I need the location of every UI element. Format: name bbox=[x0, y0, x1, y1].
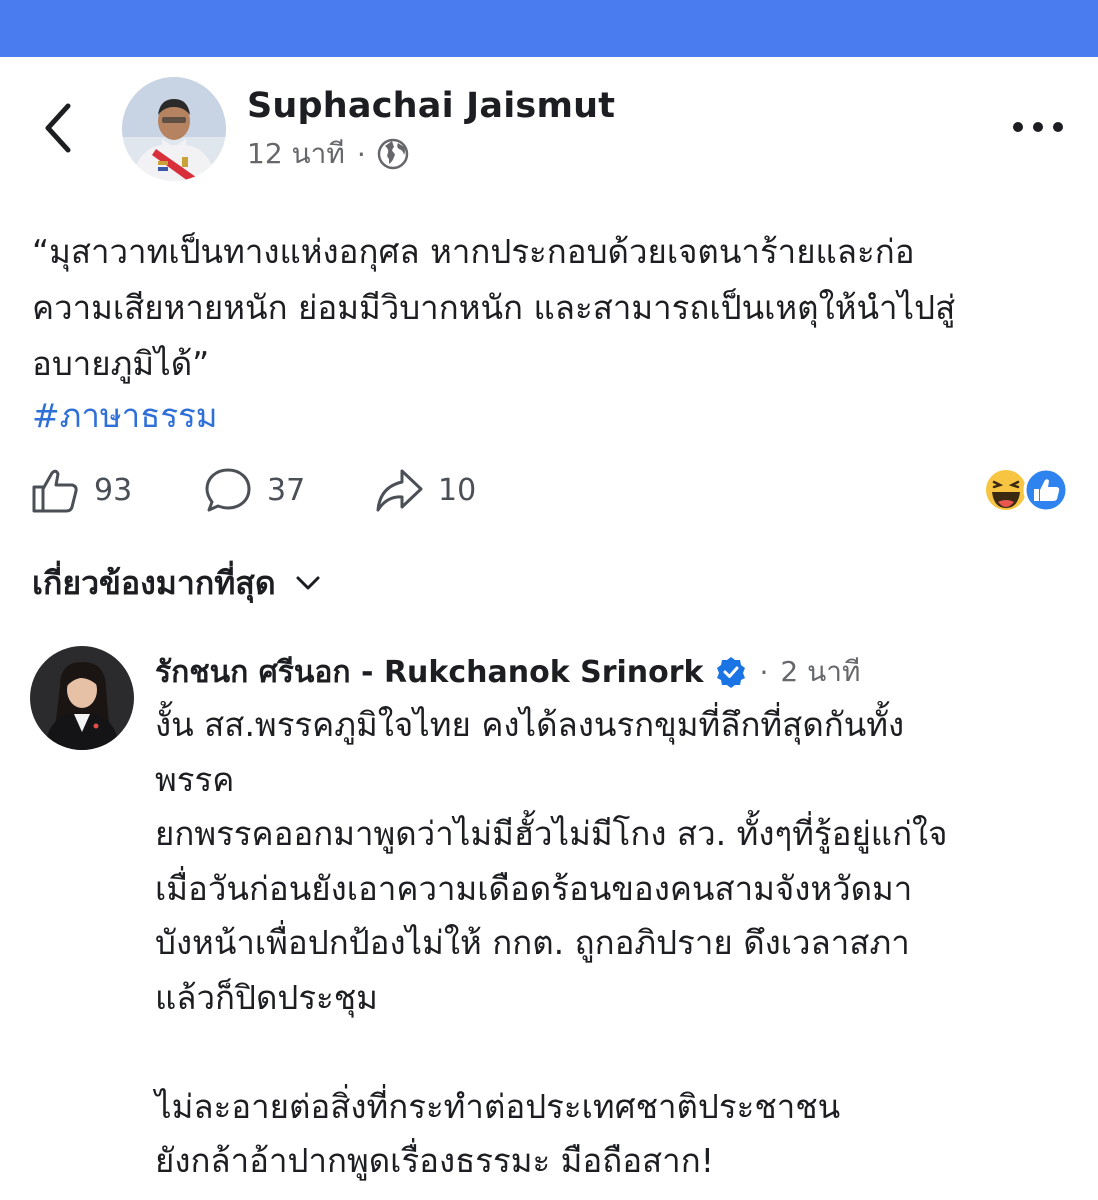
comment-line: ยังกล้าอ้าปากพูดเรื่องธรรมะ มือถือสาก! bbox=[155, 1141, 714, 1180]
status-bar bbox=[0, 0, 1098, 57]
like-count: 93 bbox=[94, 472, 133, 508]
post-text-line: อบายภูมิได้” bbox=[32, 344, 210, 383]
like-button[interactable]: 93 bbox=[30, 460, 132, 520]
more-dots-icon bbox=[1013, 122, 1063, 132]
back-button[interactable] bbox=[36, 100, 84, 156]
comment-line: แล้วก็ปิดประชุม bbox=[155, 977, 378, 1017]
comment-header: รักชนก ศรีนอก - Rukchanok Srinork · 2 นา… bbox=[155, 648, 860, 696]
commenter-avatar[interactable] bbox=[30, 646, 134, 750]
share-arrow-icon bbox=[376, 469, 423, 512]
comment-time: 2 นาที bbox=[780, 655, 861, 688]
back-arrow-icon bbox=[45, 103, 71, 153]
post-text: “มุสาวาทเป็นทางแห่งอกุศล หากประกอบด้วยเจ… bbox=[32, 224, 1072, 392]
comment-line: พรรค bbox=[155, 759, 235, 799]
haha-reaction-icon bbox=[984, 468, 1028, 512]
globe-icon bbox=[377, 138, 409, 170]
sort-label: เกี่ยวข้องมากที่สุด bbox=[32, 563, 276, 602]
comment-line: ยกพรรคออกมาพูดว่าไม่มีฮั้วไม่มีโกง สว. ท… bbox=[155, 814, 948, 853]
comment-text: งั้น สส.พรรคภูมิใจไทย คงได้ลงนรกขุมที่ลึ… bbox=[155, 698, 1075, 1189]
meta-separator: · bbox=[356, 137, 366, 171]
post-actions: 93 37 10 bbox=[0, 460, 1098, 520]
comment-button[interactable]: 37 bbox=[203, 460, 305, 520]
like-reaction-icon bbox=[1023, 467, 1069, 513]
post-text-line: “มุสาวาทเป็นทางแห่งอกุศล หากประกอบด้วยเจ… bbox=[32, 232, 915, 271]
comment-line: งั้น สส.พรรคภูมิใจไทย คงได้ลงนรกขุมที่ลึ… bbox=[155, 705, 905, 744]
thumbs-up-icon bbox=[32, 469, 78, 513]
comment-line: บังหน้าเพื่อปกป้องไม่ให้ กกต. ถูกอภิปราย… bbox=[155, 923, 910, 962]
post-time[interactable]: 12 นาที bbox=[247, 132, 345, 176]
post-author-name[interactable]: Suphachai Jaismut bbox=[247, 86, 615, 126]
chevron-down-icon bbox=[296, 576, 320, 590]
comment-line bbox=[155, 1025, 1075, 1080]
comment-sort-dropdown[interactable]: เกี่ยวข้องมากที่สุด bbox=[32, 555, 326, 611]
verified-badge-icon bbox=[716, 657, 745, 688]
share-button[interactable]: 10 bbox=[374, 460, 476, 520]
post-text-line: ความเสียหายหนัก ย่อมมีวิบากหนัก และสามาร… bbox=[32, 288, 956, 327]
author-avatar[interactable] bbox=[122, 77, 226, 181]
comment-count: 37 bbox=[267, 472, 306, 508]
more-options-button[interactable] bbox=[1010, 112, 1066, 142]
post-meta: 12 นาที · bbox=[247, 135, 410, 173]
hashtag-link[interactable]: #ภาษาธรรม bbox=[32, 388, 218, 444]
comment-line: เมื่อวันก่อนยังเอาความเดือดร้อนของคนสามจ… bbox=[155, 868, 913, 908]
share-count: 10 bbox=[438, 472, 477, 508]
comment-line: ไม่ละอายต่อสิ่งที่กระทำต่อประเทศชาติประช… bbox=[155, 1086, 841, 1126]
reaction-summary[interactable] bbox=[982, 466, 1072, 514]
commenter-name[interactable]: รักชนก ศรีนอก - Rukchanok Srinork bbox=[155, 649, 704, 696]
comment-separator: · bbox=[759, 655, 769, 689]
speech-bubble-icon bbox=[205, 468, 251, 512]
